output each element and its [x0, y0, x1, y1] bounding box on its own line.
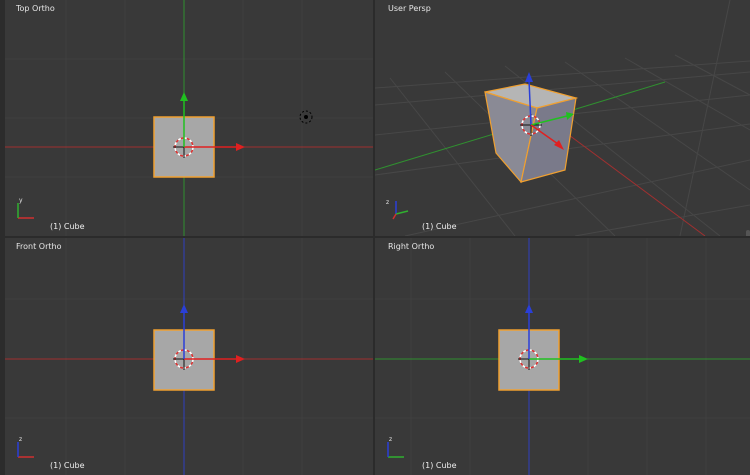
viewport-top-ortho[interactable]: y Top Ortho (1) Cube — [5, 0, 373, 236]
blender-3d-view-quad: y Top Ortho (1) Cube z User Persp (1) Cu… — [0, 0, 750, 475]
grid — [375, 238, 750, 475]
axis-y-label: y — [19, 197, 23, 204]
axis-z-label: z — [19, 436, 22, 443]
active-object-label: (1) Cube — [50, 461, 85, 470]
viewport-title: User Persp — [388, 4, 431, 13]
viewport-title: Front Ortho — [16, 242, 62, 251]
viewport-scene[interactable] — [375, 238, 750, 475]
viewport-title: Top Ortho — [16, 4, 55, 13]
axis-z-label: z — [389, 436, 392, 443]
viewport-scene[interactable] — [5, 238, 373, 475]
viewport-title: Right Ortho — [388, 242, 435, 251]
region-scroll-handle[interactable] — [746, 230, 750, 236]
viewport-right-ortho[interactable]: z Right Ortho (1) Cube — [375, 238, 750, 475]
axis-indicator: z — [386, 199, 409, 220]
axis-indicator: z — [387, 436, 404, 458]
active-object-label: (1) Cube — [50, 222, 85, 231]
viewport-scene[interactable] — [375, 0, 750, 236]
active-object-label: (1) Cube — [422, 222, 457, 231]
axis-z-label: z — [386, 199, 389, 206]
viewport-user-persp[interactable]: z User Persp (1) Cube — [375, 0, 750, 236]
axis-indicator: z — [17, 436, 34, 458]
viewport-front-ortho[interactable]: z Front Ortho (1) Cube — [5, 238, 373, 475]
active-object-label: (1) Cube — [422, 461, 457, 470]
axis-indicator: y — [17, 197, 34, 219]
viewport-scene[interactable] — [5, 0, 373, 236]
